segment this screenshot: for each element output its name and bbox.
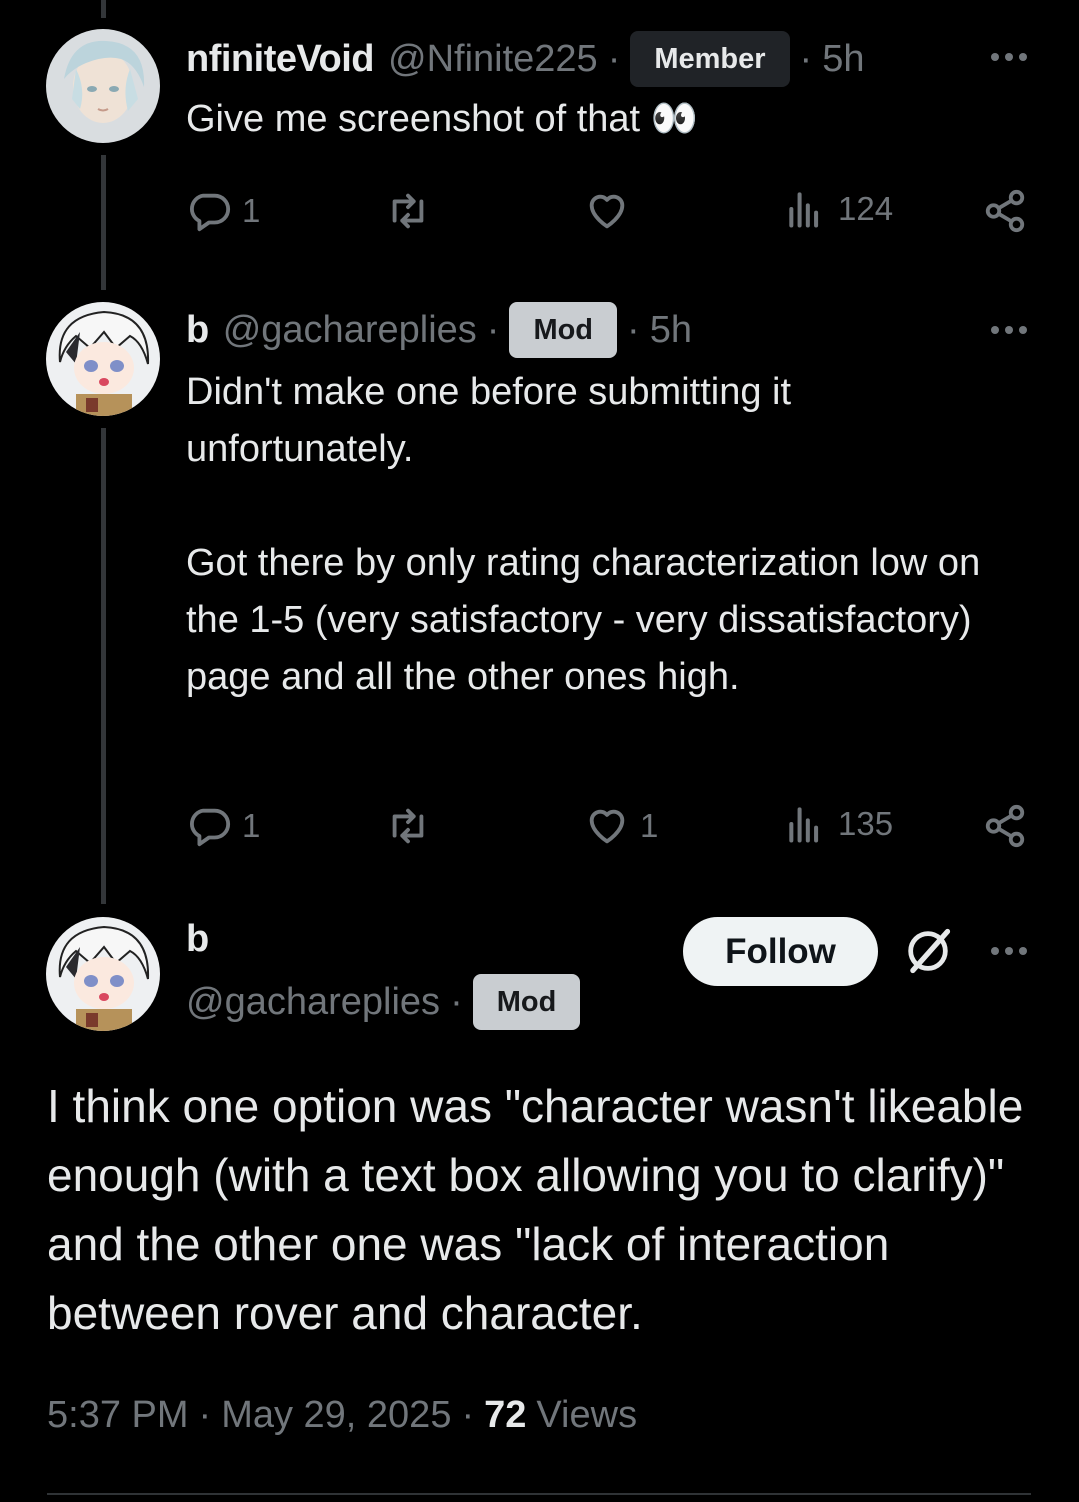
reply2-time[interactable]: 5h [650,309,692,352]
grok-icon[interactable] [902,925,954,977]
divider [47,1493,1031,1495]
separator-dot: · [607,37,621,80]
main-handle-row: @gachareplies · Mod [186,974,581,1030]
thread-page: nfiniteVoid @Nfinite225 · Member · 5h Gi… [0,0,1079,1502]
reply-count: 1 [242,807,261,844]
avatar-gachareplies[interactable] [46,302,160,416]
member-badge[interactable]: Member [630,31,790,87]
share-icon [985,804,1025,848]
avatar-main[interactable] [46,917,160,1031]
reply2-handle[interactable]: @gachareplies [223,309,477,352]
reply1-name[interactable]: nfiniteVoid [186,38,375,81]
reply-icon [190,808,231,847]
thread-line-1 [101,155,106,290]
reply1-actions: 1 124 [186,186,1031,236]
views-button[interactable]: 124 [784,186,893,232]
main-handle[interactable]: @gachareplies [186,981,440,1024]
separator-dot: · [799,37,813,80]
views-icon [789,192,819,228]
share-icon [985,189,1025,233]
mod-badge[interactable]: Mod [472,974,581,1030]
main-date[interactable]: May 29, 2025 [221,1394,451,1437]
share-button[interactable] [982,803,1028,849]
repost-button[interactable] [384,188,432,234]
reply1-time[interactable]: 5h [822,38,864,81]
reply-button[interactable]: 1 [186,803,260,849]
reply1-handle[interactable]: @Nfinite225 [388,38,598,81]
thread-line-top [101,0,106,18]
view-count: 124 [838,190,894,227]
reply2-actions: 1 1 135 [186,801,1031,851]
view-count: 135 [838,805,894,842]
repost-icon [392,193,424,229]
views-icon [789,807,819,843]
main-meta: 5:37 PM · May 29, 2025 · 72 Views [47,1394,637,1437]
separator-dot: · [450,980,463,1023]
reply-icon [190,193,231,232]
mod-badge[interactable]: Mod [509,302,618,358]
repost-icon [392,808,424,844]
like-icon [589,809,625,844]
like-count: 1 [640,807,659,844]
more-icon[interactable] [991,53,1027,61]
reply2-name[interactable]: b [186,309,209,352]
views-label[interactable]: Views [536,1394,637,1437]
reply-button[interactable]: 1 [186,188,260,234]
follow-button[interactable]: Follow [683,917,878,986]
reply2-text-p1: Didn't make one before submitting it unf… [186,371,792,470]
separator-dot: · [198,1394,212,1436]
separator-dot: · [627,308,640,351]
like-button[interactable]: 1 [584,803,658,849]
separator-dot: · [486,308,500,351]
reply2-header: b @gachareplies · Mod · 5h [186,302,692,358]
avatar-nfinitevoid[interactable] [46,29,160,143]
repost-button[interactable] [384,803,432,849]
views-button[interactable]: 135 [784,801,893,847]
like-button[interactable] [584,188,630,234]
like-icon [589,194,625,229]
main-time[interactable]: 5:37 PM [47,1394,189,1437]
main-text: I think one option was "character wasn't… [47,1080,1024,1339]
more-icon[interactable] [991,326,1027,334]
more-icon[interactable] [991,947,1027,955]
thread-line-2 [101,428,106,904]
reply-count: 1 [242,192,261,229]
reply1-header: nfiniteVoid @Nfinite225 · Member · 5h [186,31,864,87]
main-name[interactable]: b [186,918,209,961]
reply1-text: Give me screenshot of that 👀 [186,98,698,140]
reply2-text-p2: Got there by only rating characterizatio… [186,542,981,698]
share-button[interactable] [982,188,1028,234]
separator-dot: · [461,1394,475,1436]
views-count[interactable]: 72 [484,1394,526,1437]
